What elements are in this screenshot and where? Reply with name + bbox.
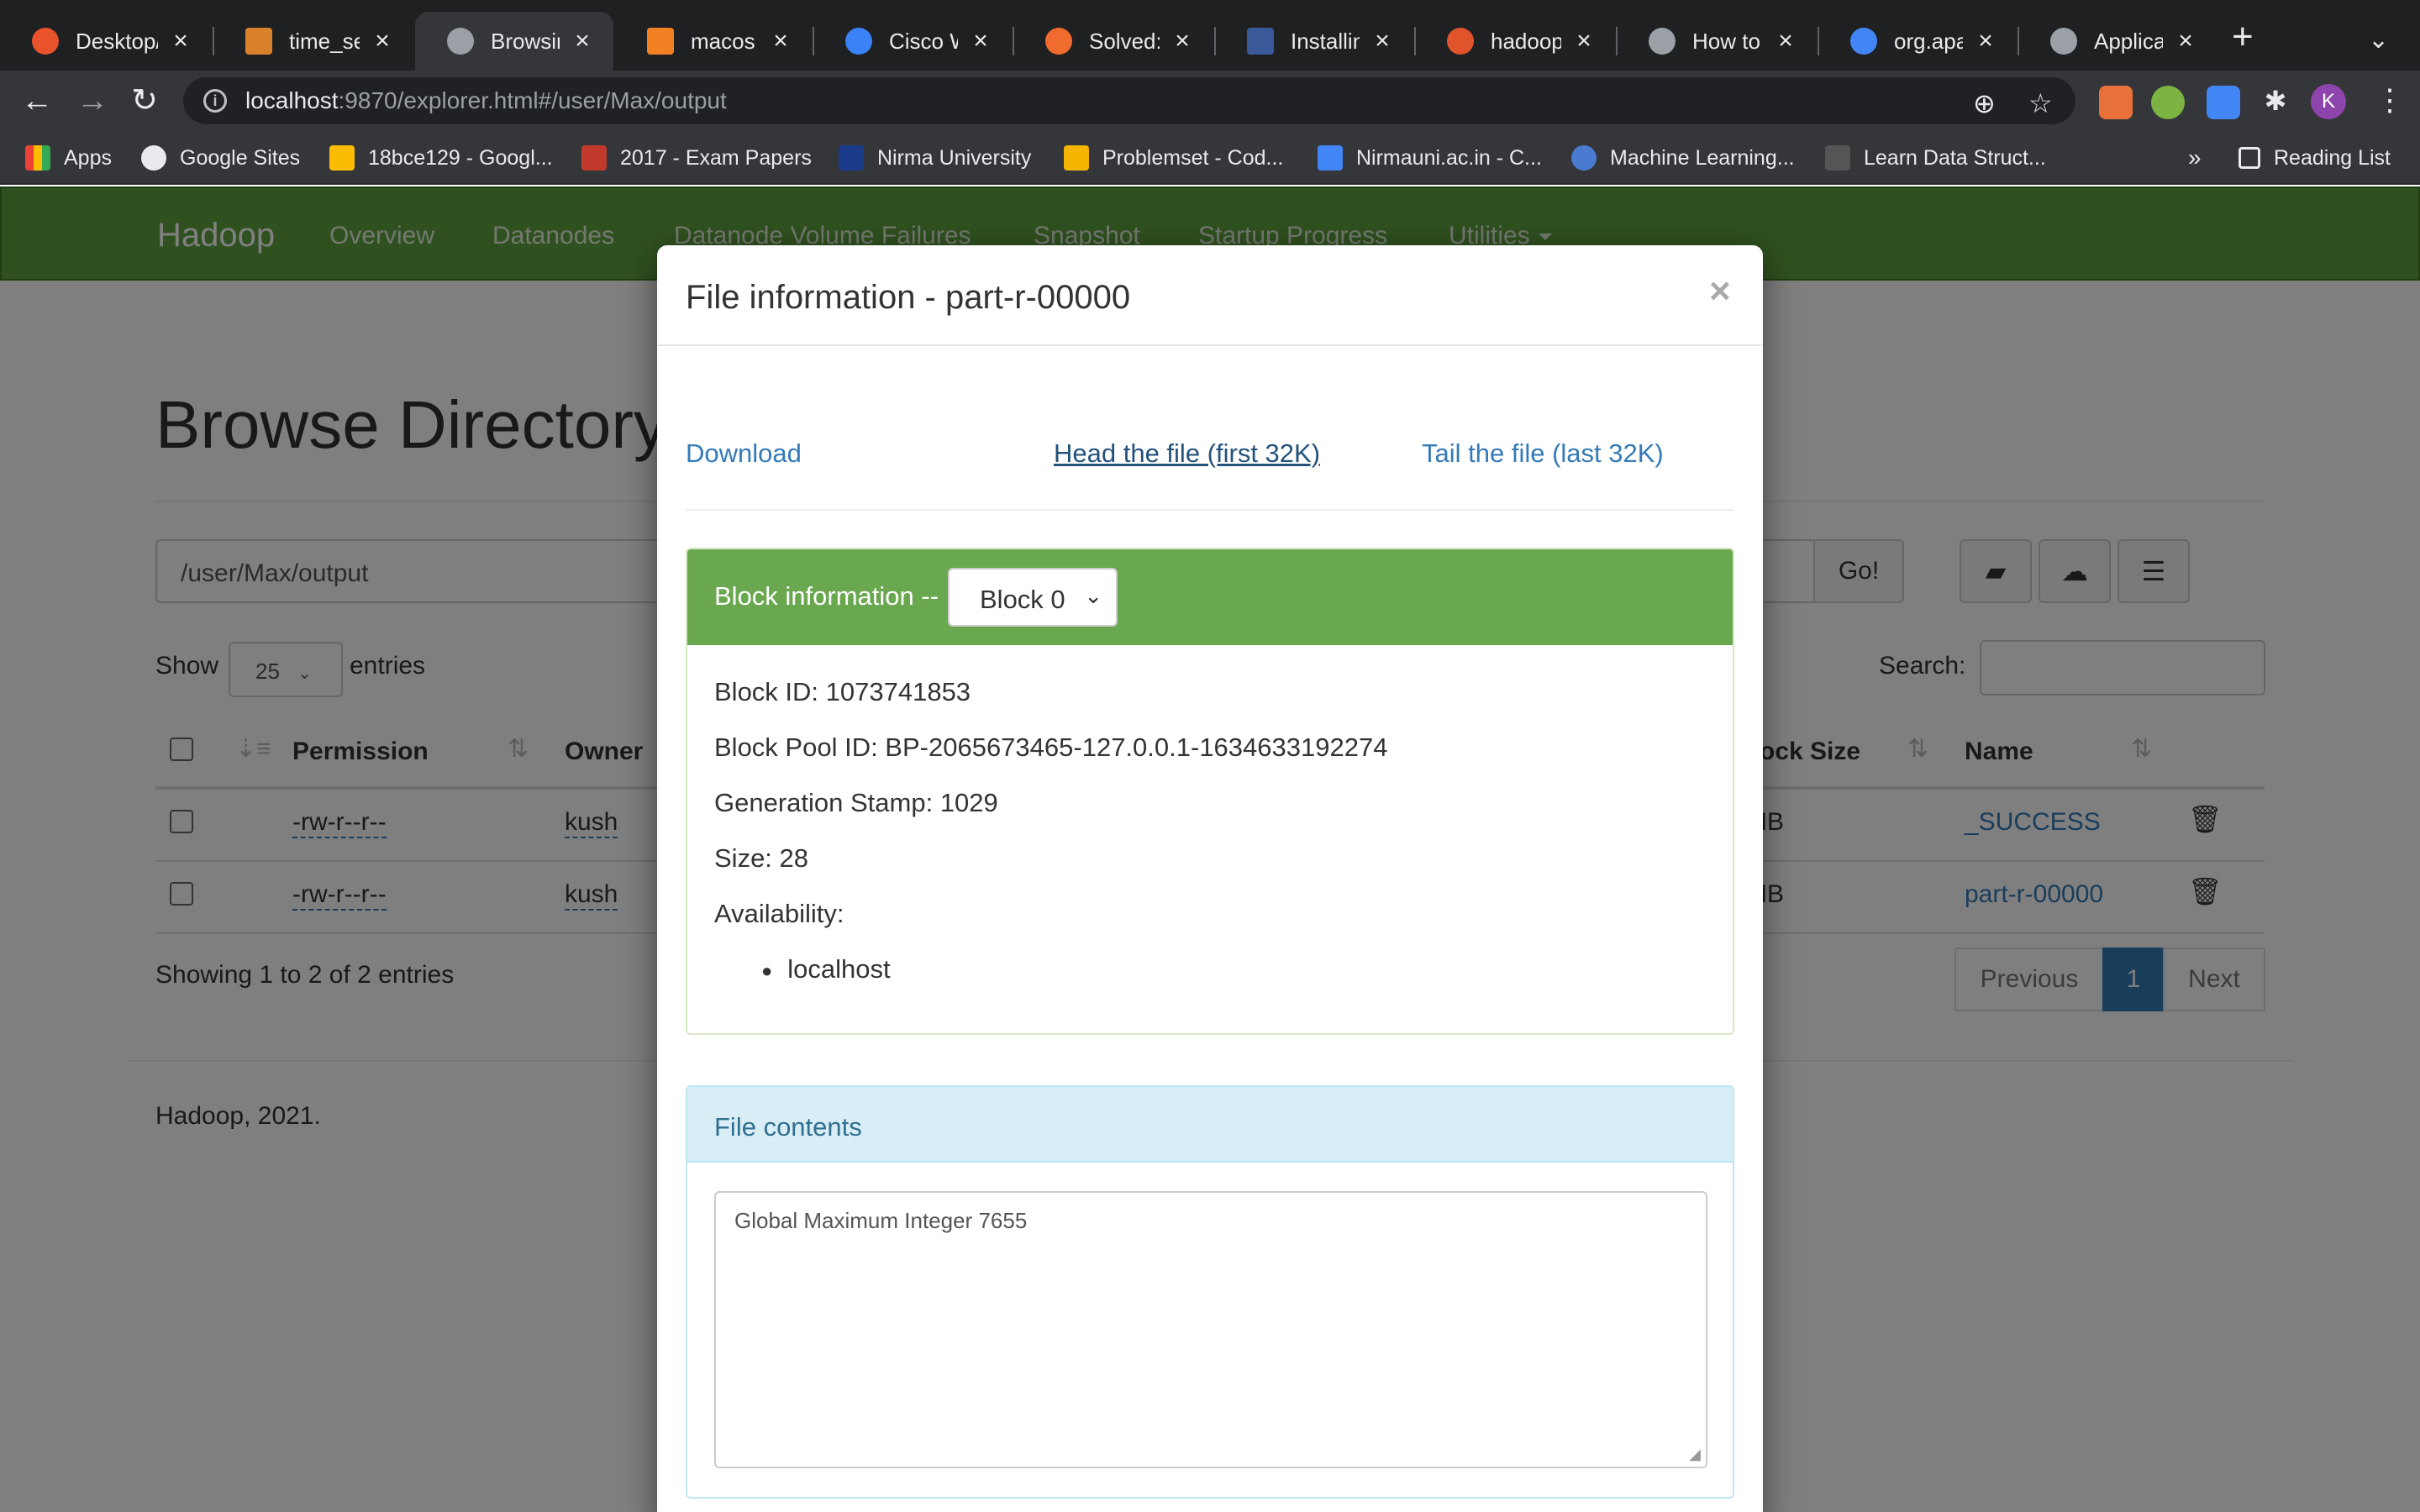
page: Hadoop Overview Datanodes Datanode Volum… [0,186,2420,1512]
tab-favicon-icon [647,28,674,55]
browser-tabstrip: Desktop/ × time_seri × Browsing × macos … [0,0,2420,71]
bookmark-star-icon[interactable]: ☆ [2028,87,2053,119]
browser-tab[interactable]: Cisco We × [813,12,1012,71]
close-tab-icon[interactable]: × [370,27,395,55]
forward-button[interactable]: → [74,82,111,119]
modal-title: File information - part-r-00000 [686,279,1131,316]
close-tab-icon[interactable]: × [2173,27,2198,55]
extension-icon[interactable] [2151,86,2185,119]
file-info-modal: File information - part-r-00000 × Downlo… [657,245,1763,1512]
bookmark-item[interactable]: 18bce129 - Googl... [329,143,553,173]
file-contents-title: File contents [714,1112,862,1142]
bookmark-favicon-icon [1064,145,1089,171]
browser-tab[interactable]: Solved: G × [1013,12,1213,71]
extension-icon[interactable] [2099,86,2133,119]
new-tab-button[interactable]: + [2232,18,2254,55]
close-tab-icon[interactable]: × [768,27,793,55]
generation-stamp: Generation Stamp: 1029 [714,788,998,817]
resize-grip-icon[interactable]: ◢ [1689,1446,1701,1463]
bookmark-item[interactable]: 2017 - Exam Papers [581,143,812,173]
close-tab-icon[interactable]: × [168,27,193,55]
chevron-down-icon: ⌄ [1084,583,1102,608]
site-info-icon[interactable]: i [203,89,227,113]
tab-favicon-icon [845,28,872,55]
tab-favicon-icon [1247,28,1274,55]
file-contents-panel: File contents Global Maximum Integer 765… [686,1085,1734,1499]
tab-favicon-icon [32,28,59,55]
tab-favicon-icon [245,28,272,55]
bookmarks-bar: Apps Google Sites 18bce129 - Googl... 20… [0,131,2420,185]
menu-kebab-icon[interactable]: ⋮ [2375,82,2405,118]
globe-icon [141,145,166,171]
bookmark-item[interactable]: Nirma University [839,143,1031,173]
close-tab-icon[interactable]: × [1170,27,1195,55]
puzzle-icon[interactable]: ✱ [2257,82,2294,119]
tab-search-chevron-icon[interactable]: ⌄ [2368,25,2389,55]
browser-toolbar: ← → ↻ i localhost:9870/explorer.html#/us… [0,71,2420,131]
bookmark-item[interactable]: Learn Data Struct... [1825,143,2046,173]
bookmark-favicon-icon [1571,145,1597,171]
host-list-item: ● localhost [761,954,891,984]
more-bookmarks-button[interactable]: » [2188,143,2202,173]
close-tab-icon[interactable]: × [1571,27,1597,55]
reading-list-icon [2238,147,2260,169]
browser-tab[interactable]: How to In × [1617,12,1817,71]
globe-icon [1649,28,1676,55]
apps-grid-icon [25,145,50,171]
block-info-panel: Block information -- Block 0 ⌄ Block ID:… [686,548,1734,1035]
browser-tab[interactable]: hadoop - × [1415,12,1615,71]
file-contents-textarea[interactable]: Global Maximum Integer 7655 ◢ [714,1191,1707,1468]
bookmark-favicon-icon [581,145,607,171]
block-id: Block ID: 1073741853 [714,677,971,706]
reading-list-button[interactable]: Reading List [2238,143,2391,173]
browser-tab[interactable]: Applicatio × [2018,12,2217,71]
browser-tab[interactable]: org.apach × [1818,12,2017,71]
extension-icon[interactable] [2207,86,2240,119]
bookmark-item[interactable]: Nirmauni.ac.in - C... [1318,143,1542,173]
browser-tab-active[interactable]: Browsing × [415,12,613,71]
file-contents-header: File contents [687,1087,1733,1163]
back-button[interactable]: ← [18,82,55,119]
bookmark-item[interactable]: Google Sites [141,143,300,173]
bookmark-item[interactable]: Machine Learning... [1571,143,1795,173]
block-select[interactable]: Block 0 ⌄ [948,568,1118,627]
google-icon [1850,28,1877,55]
block-pool-id: Block Pool ID: BP-2065673465-127.0.0.1-1… [714,732,1388,762]
close-tab-icon[interactable]: × [1773,27,1798,55]
zoom-icon[interactable]: ⊕ [1973,87,1996,119]
close-tab-icon[interactable]: × [968,27,993,55]
reload-button[interactable]: ↻ [126,82,163,119]
bullet-icon: ● [761,959,773,981]
tail-file-link[interactable]: Tail the file (last 32K) [1422,438,1664,469]
address-bar[interactable]: i localhost:9870/explorer.html#/user/Max… [183,77,2075,124]
close-icon[interactable]: × [1709,270,1731,312]
close-tab-icon[interactable]: × [1370,27,1395,55]
browser-tab[interactable]: macos - F × [615,12,812,71]
browser-tab[interactable]: Desktop/ × [0,12,212,71]
block-size: Size: 28 [714,843,809,873]
block-info-title: Block information -- [714,581,939,611]
bookmark-favicon-icon [839,145,864,171]
block-info-header: Block information -- Block 0 ⌄ [687,549,1733,645]
calendar-icon [1318,145,1343,171]
globe-icon [2050,28,2077,55]
google-drive-icon [329,145,355,171]
tab-favicon-icon [1045,28,1072,55]
browser-tab[interactable]: Installing × [1215,12,1413,71]
browser-tab[interactable]: time_seri × [213,12,413,71]
bookmark-favicon-icon [1825,145,1850,171]
tab-favicon-icon [1447,28,1474,55]
close-tab-icon[interactable]: × [1973,27,1998,55]
avatar[interactable]: K [2311,84,2346,119]
download-link[interactable]: Download [686,438,802,469]
globe-icon [447,28,474,55]
close-tab-icon[interactable]: × [570,27,595,55]
availability-label: Availability: [714,899,844,928]
bookmark-apps[interactable]: Apps [25,143,112,173]
head-file-link[interactable]: Head the file (first 32K) [1054,438,1320,469]
bookmark-item[interactable]: Problemset - Cod... [1064,143,1283,173]
